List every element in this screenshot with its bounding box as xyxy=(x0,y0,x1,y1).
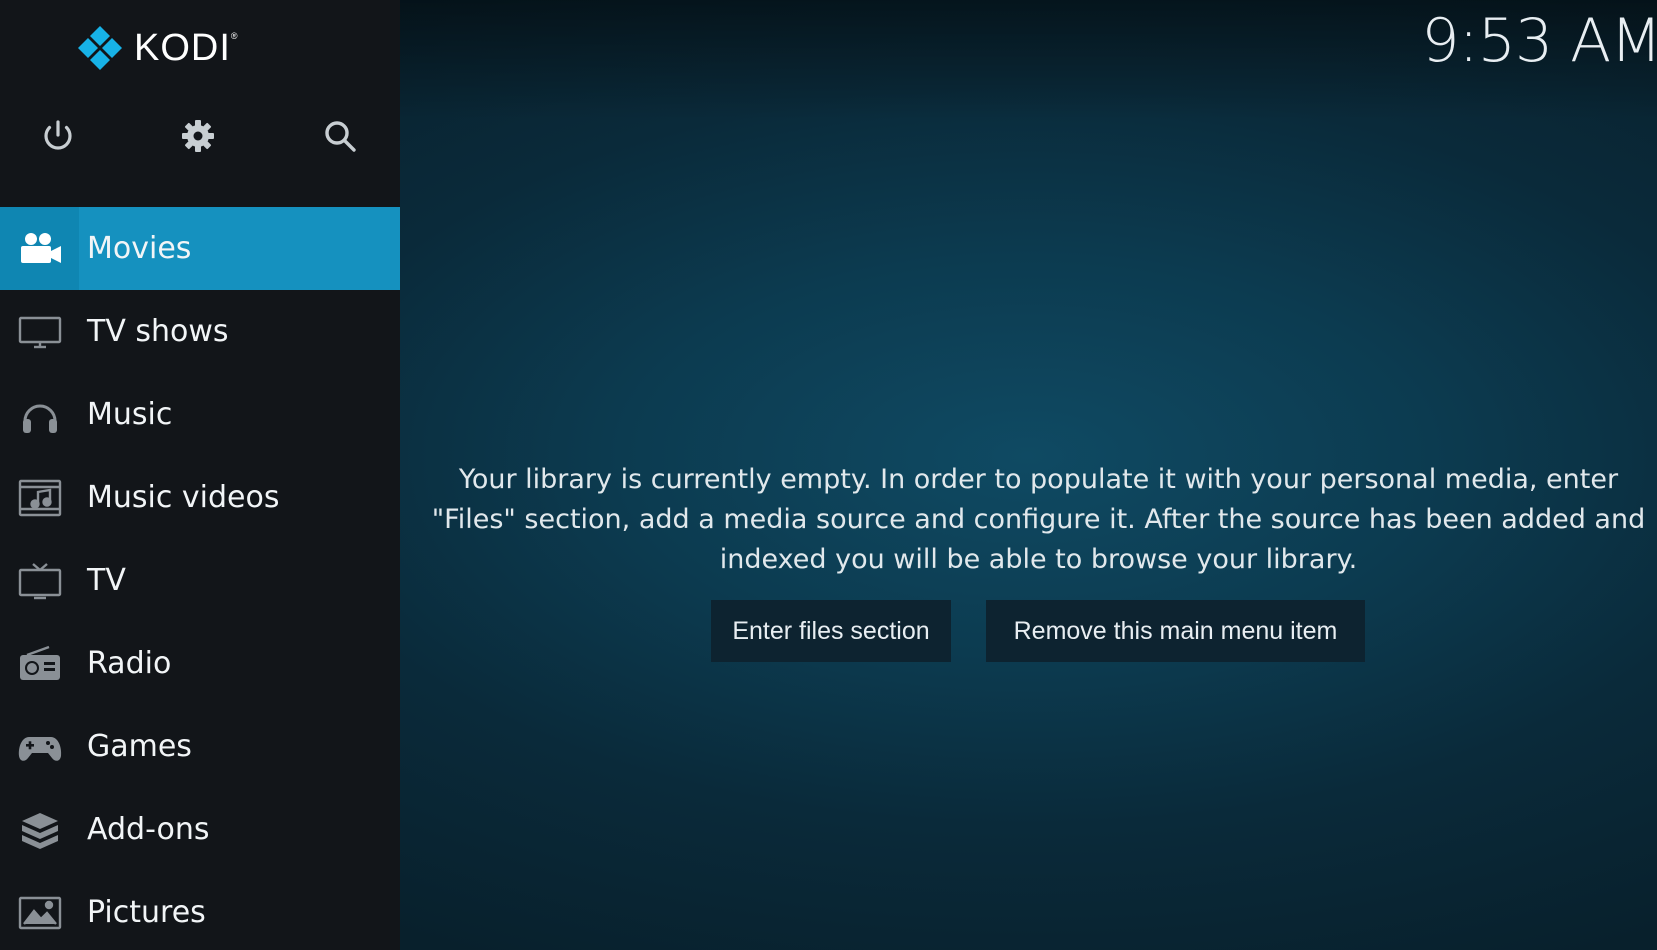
top-icon-bar xyxy=(0,112,400,164)
menu-item-add-ons[interactable]: Add-ons xyxy=(0,788,400,871)
menu-label-music: Music xyxy=(87,397,173,432)
menu-label-music-videos: Music videos xyxy=(87,480,280,515)
menu-item-movies[interactable]: Movies xyxy=(0,207,400,290)
gamepad-icon xyxy=(0,705,79,788)
addons-box-icon xyxy=(0,788,79,871)
kodi-logo[interactable]: KODI® xyxy=(76,24,239,72)
music-video-icon xyxy=(0,456,79,539)
menu-label-games: Games xyxy=(87,729,192,764)
movie-camera-icon xyxy=(0,207,79,290)
power-icon[interactable] xyxy=(34,112,82,160)
menu-label-tv-shows: TV shows xyxy=(87,314,229,349)
app-name: KODI® xyxy=(134,26,239,69)
menu-item-pictures[interactable]: Pictures xyxy=(0,871,400,950)
menu-item-tv-shows[interactable]: TV shows xyxy=(0,290,400,373)
kodi-logo-icon xyxy=(78,26,122,70)
main-menu: Movies TV shows Music Music videos TV Ra… xyxy=(0,207,400,950)
menu-label-movies: Movies xyxy=(87,231,192,266)
picture-icon xyxy=(0,871,79,950)
action-buttons: Enter files section Remove this main men… xyxy=(0,600,1657,662)
menu-item-music-videos[interactable]: Music videos xyxy=(0,456,400,539)
menu-label-pictures: Pictures xyxy=(87,895,206,930)
empty-library-message: Your library is currently empty. In orde… xyxy=(431,464,1646,575)
headphones-icon xyxy=(0,373,79,456)
menu-label-add-ons: Add-ons xyxy=(87,812,210,847)
clock: 9:53 AM xyxy=(1421,6,1657,76)
enter-files-section-button[interactable]: Enter files section xyxy=(711,600,951,662)
search-icon[interactable] xyxy=(316,112,364,160)
remove-menu-item-button[interactable]: Remove this main menu item xyxy=(986,600,1365,662)
monitor-icon xyxy=(0,290,79,373)
menu-item-music[interactable]: Music xyxy=(0,373,400,456)
menu-label-tv: TV xyxy=(87,563,126,598)
settings-icon[interactable] xyxy=(174,112,222,160)
menu-item-games[interactable]: Games xyxy=(0,705,400,788)
sidebar: KODI® Movies TV shows Music Music videos… xyxy=(0,0,400,950)
